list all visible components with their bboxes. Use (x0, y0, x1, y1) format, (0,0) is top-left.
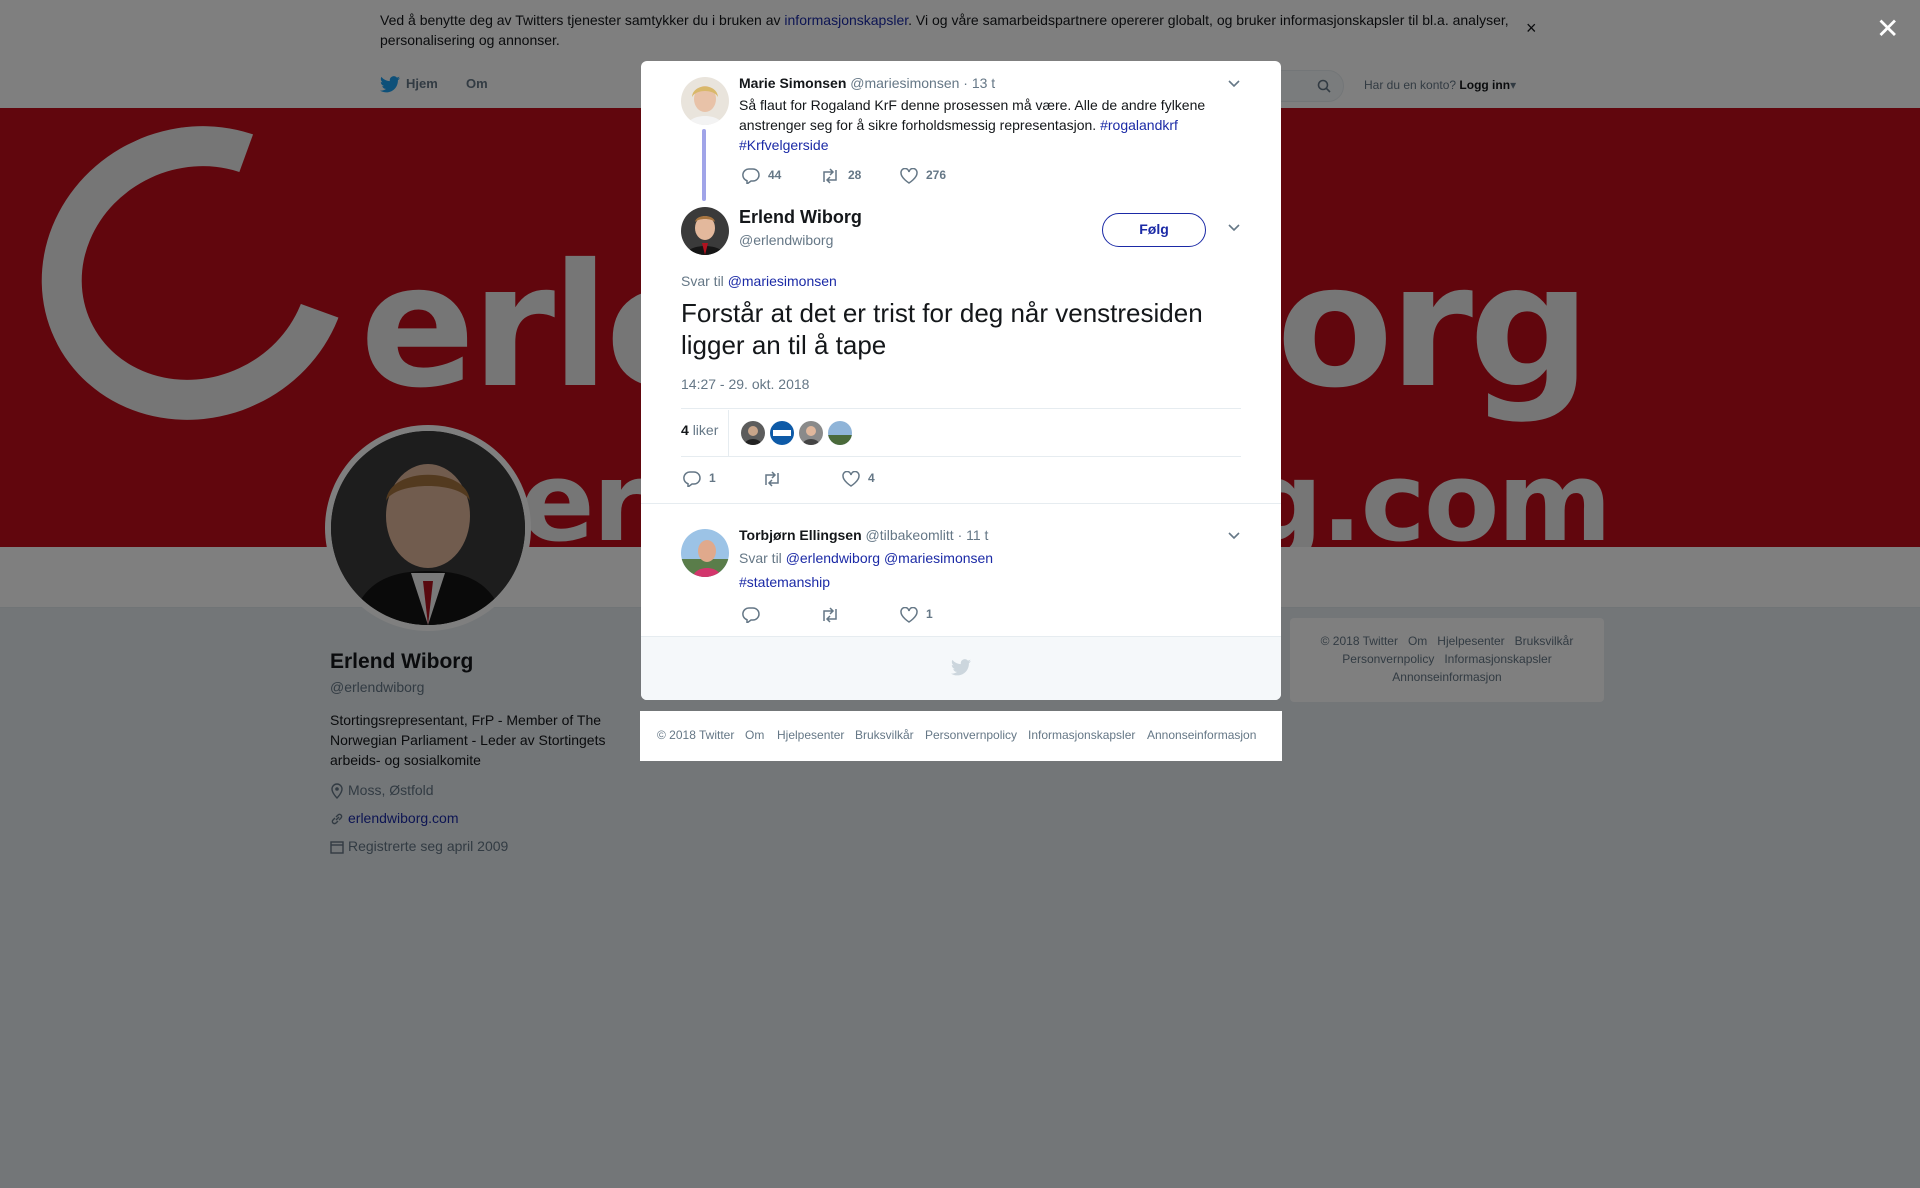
retweet-icon (823, 168, 837, 184)
main-author-name[interactable]: Erlend Wiborg (739, 207, 862, 228)
footer-link[interactable]: Annonseinformasjon (1147, 728, 1256, 742)
twitter-bird-icon (951, 659, 971, 676)
reply-context: Svar til @mariesimonsen (681, 273, 837, 289)
tweet-modal: Marie Simonsen @mariesimonsen · 13 t Så … (641, 61, 1281, 700)
person-avatar-icon (799, 421, 823, 445)
tweet-header: Torbjørn Ellingsen @tilbakeomlitt · 11 t (739, 527, 988, 543)
divider (728, 410, 729, 456)
person-avatar-icon (681, 207, 729, 255)
footer-link[interactable]: Personvernpolicy (925, 728, 1017, 742)
heart-icon (842, 470, 860, 487)
retweet-icon (823, 607, 837, 623)
likes-summary[interactable]: 4 liker (681, 422, 718, 438)
retweet-button[interactable]: 28 (820, 168, 861, 184)
hashtag-link[interactable]: #statemanship (739, 574, 830, 590)
person-avatar-icon (681, 77, 729, 125)
mention-link[interactable]: @mariesimonsen (884, 550, 993, 566)
retweet-icon (765, 471, 779, 487)
author-name[interactable]: Marie Simonsen (739, 75, 846, 91)
liker-avatar[interactable] (741, 421, 765, 445)
landscape-avatar-icon (828, 421, 852, 445)
modal-bottom-footer: © 2018 Twitter Om Hjelpesenter Bruksvilk… (640, 711, 1282, 761)
divider (681, 456, 1241, 457)
main-author-handle[interactable]: @erlendwiborg (739, 232, 833, 248)
reply-context: Svar til @erlendwiborg @mariesimonsen (739, 550, 994, 566)
author-name[interactable]: Torbjørn Ellingsen (739, 527, 862, 543)
chevron-down-icon[interactable] (1227, 79, 1241, 89)
retweet-button[interactable] (820, 607, 848, 623)
tweet-header: Marie Simonsen @mariesimonsen · 13 t (739, 75, 995, 91)
footer-link[interactable]: Om (745, 728, 764, 742)
mention-link[interactable]: @mariesimonsen (728, 273, 837, 289)
tweet-text: Så flaut for Rogaland KrF denne prosesse… (739, 97, 1206, 153)
author-handle[interactable]: @mariesimonsen (850, 75, 959, 91)
reply-icon (742, 168, 760, 186)
avatar[interactable] (681, 529, 729, 577)
tweet-time[interactable]: · 13 t (963, 75, 995, 91)
close-icon[interactable]: ✕ (1876, 12, 1899, 45)
follow-button[interactable]: Følg (1102, 213, 1206, 247)
reply-button[interactable] (742, 607, 768, 625)
main-tweet-text: Forstår at det er trist for deg når vens… (681, 298, 1203, 360)
reply-button[interactable]: 44 (742, 168, 781, 186)
like-button[interactable]: 1 (900, 606, 933, 623)
reply-button[interactable]: 1 (683, 471, 716, 489)
retweet-button[interactable] (762, 471, 790, 487)
avatar[interactable] (681, 207, 729, 255)
chevron-down-icon[interactable] (1227, 531, 1241, 541)
logo-avatar-icon (770, 421, 794, 445)
mention-link[interactable]: @erlendwiborg (786, 550, 880, 566)
reply-icon (683, 471, 701, 489)
footer-link[interactable]: Hjelpesenter (777, 728, 844, 742)
hashtag-link[interactable]: #rogalandkrf (1100, 117, 1178, 133)
reply-icon (742, 607, 760, 625)
tweet-timestamp[interactable]: 14:27 - 29. okt. 2018 (681, 376, 809, 392)
divider (641, 503, 1281, 504)
tweet-text: #statemanship (739, 574, 830, 590)
person-avatar-icon (741, 421, 765, 445)
liker-avatar[interactable] (799, 421, 823, 445)
divider (681, 408, 1241, 409)
footer-link[interactable]: Bruksvilkår (855, 728, 914, 742)
thread-line (702, 129, 706, 201)
footer-link[interactable]: © 2018 Twitter (657, 728, 734, 742)
tweet-time[interactable]: · 11 t (958, 527, 989, 543)
hashtag-link[interactable]: #Krfvelgerside (739, 137, 829, 153)
heart-icon (900, 606, 918, 623)
like-button[interactable]: 4 (842, 470, 875, 487)
heart-icon (900, 167, 918, 184)
liker-avatar[interactable] (828, 421, 852, 445)
modal-footer (641, 636, 1281, 700)
person-avatar-icon (681, 529, 729, 577)
author-handle[interactable]: @tilbakeomlitt (866, 527, 954, 543)
like-button[interactable]: 276 (900, 167, 946, 184)
chevron-down-icon[interactable] (1227, 223, 1241, 233)
liker-avatar[interactable] (770, 421, 794, 445)
avatar[interactable] (681, 77, 729, 125)
footer-link[interactable]: Informasjonskapsler (1028, 728, 1135, 742)
